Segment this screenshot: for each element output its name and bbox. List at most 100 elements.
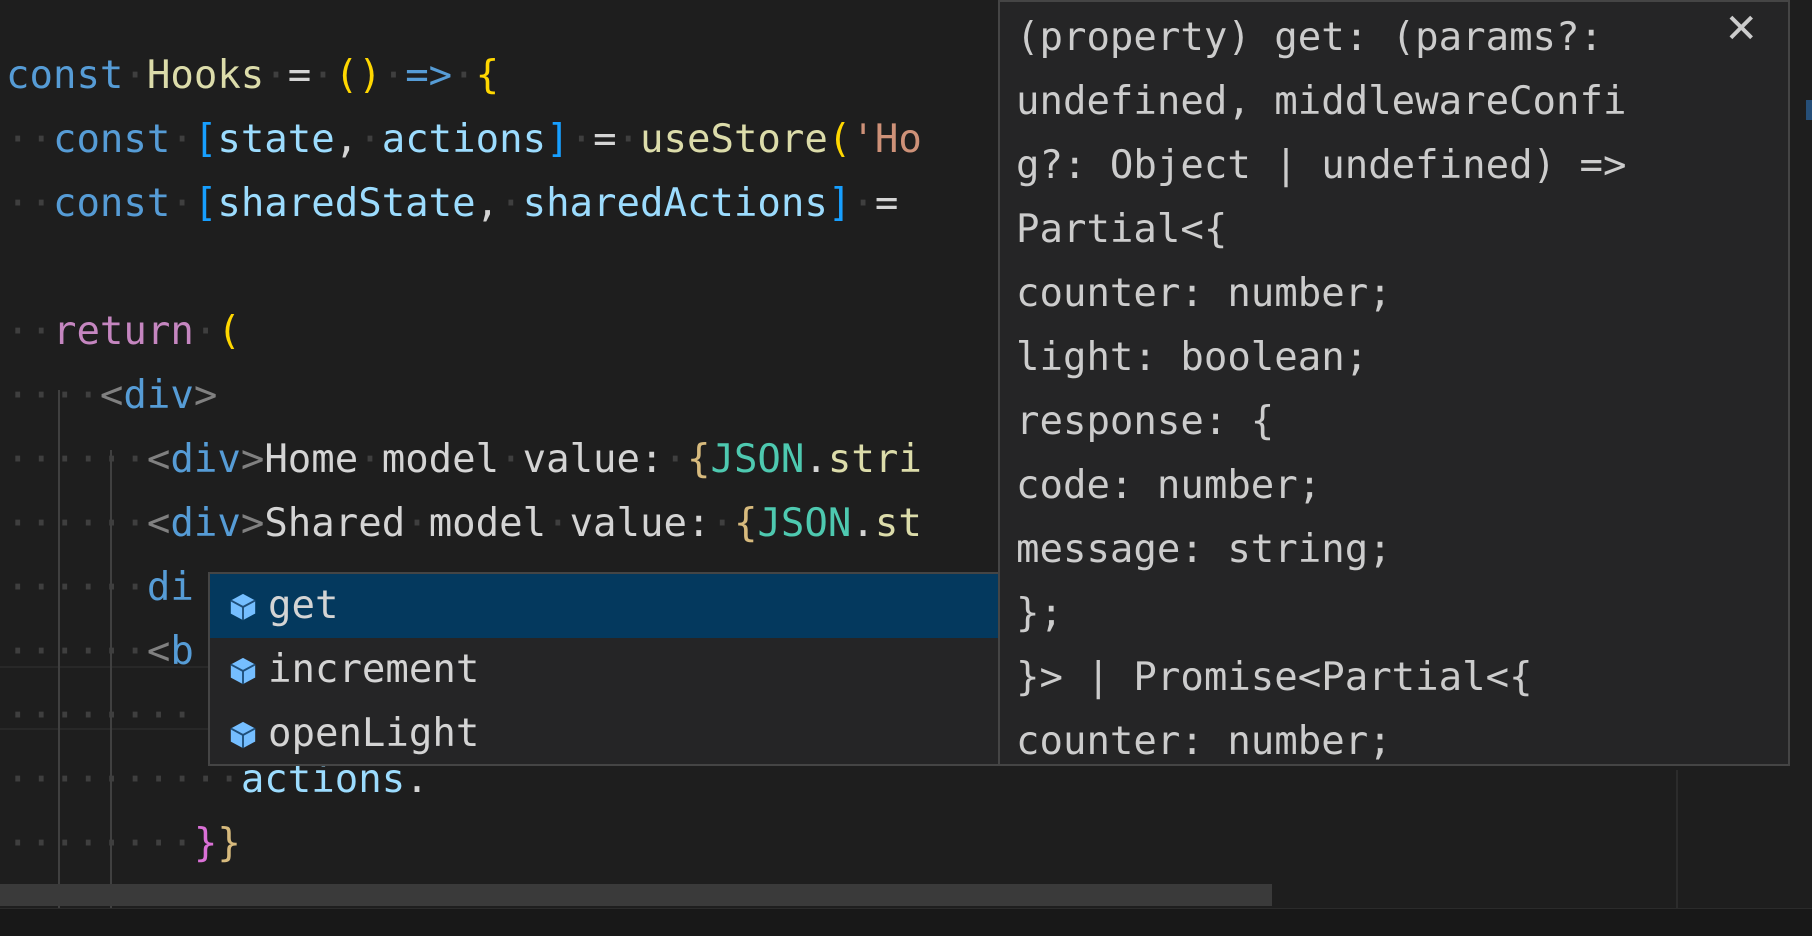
code-token: JSON (757, 501, 852, 546)
whitespace-marker: · (499, 437, 523, 482)
code-token: () (334, 53, 382, 98)
code-line[interactable]: ··const·[state,·actions]·=·useStore('Ho (6, 108, 922, 172)
detail-text-line: response: { (1016, 399, 1275, 444)
code-token: state (217, 117, 335, 162)
whitespace-marker: ·········· (6, 757, 241, 802)
code-line[interactable]: ········ (6, 684, 194, 748)
code-token: ( (827, 117, 852, 162)
code-token: const (52, 117, 171, 162)
whitespace-marker: · (546, 501, 570, 546)
code-token: model (381, 437, 500, 482)
whitespace-marker: · (616, 117, 641, 162)
whitespace-marker: ···· (6, 373, 100, 418)
detail-text-line: light: boolean; (1016, 335, 1369, 380)
whitespace-marker: · (452, 53, 476, 98)
code-token: < (146, 501, 171, 546)
whitespace-marker: · (569, 117, 594, 162)
code-token: < (146, 629, 171, 674)
code-token: } (217, 821, 241, 866)
code-token: Hooks (146, 53, 265, 98)
code-token: ] (827, 181, 852, 226)
whitespace-marker: ·· (6, 309, 53, 354)
ruler (1676, 770, 1678, 910)
code-token: } (193, 821, 218, 866)
code-token: { (475, 53, 500, 98)
whitespace-marker: · (311, 53, 335, 98)
code-token: JSON (710, 437, 805, 482)
code-token: ( (217, 309, 241, 354)
whitespace-marker: ······ (6, 565, 147, 610)
code-token: div (123, 373, 194, 418)
whitespace-marker: · (193, 309, 218, 354)
code-line[interactable]: ····<div> (6, 364, 217, 428)
code-token: = (287, 53, 312, 98)
suggest-item-label: openLight (268, 711, 480, 756)
code-token: [ (193, 181, 218, 226)
code-line[interactable]: ······di (6, 556, 194, 620)
code-token: . (804, 437, 828, 482)
code-token: ] (546, 117, 570, 162)
close-icon[interactable]: ✕ (1724, 6, 1758, 52)
code-token: > (240, 501, 265, 546)
detail-text-line: counter: number; (1016, 719, 1392, 764)
cube-method-icon (230, 593, 256, 621)
whitespace-marker: ······ (6, 501, 147, 546)
code-token: Home (264, 437, 359, 482)
whitespace-marker: · (358, 437, 382, 482)
code-line[interactable]: ······<div>Home·model·value:·{JSON.stri (6, 428, 922, 492)
code-token: , (475, 181, 500, 226)
suggest-widget[interactable]: get increment openLight (208, 572, 1000, 766)
whitespace-marker: ········ (6, 821, 194, 866)
whitespace-marker: · (264, 53, 288, 98)
whitespace-marker: · (710, 501, 734, 546)
code-token: < (146, 437, 171, 482)
code-token: stri (827, 437, 922, 482)
code-token: { (686, 437, 711, 482)
whitespace-marker: · (123, 53, 147, 98)
whitespace-marker: ······ (6, 437, 147, 482)
whitespace-marker: ······ (6, 629, 147, 674)
code-line[interactable]: ······<div>Shared·model·value:·{JSON.st (6, 492, 922, 556)
code-line[interactable]: ······<b (6, 620, 194, 684)
code-line[interactable]: ··return·( (6, 300, 241, 364)
detail-text-line: code: number; (1016, 463, 1322, 508)
whitespace-marker: · (499, 181, 523, 226)
code-token: . (851, 501, 875, 546)
suggest-details-widget: ✕ (property) get: (params?: undefined, mi… (998, 0, 1790, 766)
code-token: < (99, 373, 124, 418)
code-token: const (6, 53, 124, 98)
cube-method-icon (230, 657, 256, 685)
code-token: = (874, 181, 899, 226)
code-line[interactable]: ········}} (6, 812, 241, 876)
code-token: value: (569, 501, 711, 546)
code-token: Shared (264, 501, 406, 546)
code-token: [ (193, 117, 218, 162)
code-token: model (428, 501, 547, 546)
suggest-item-openLight[interactable]: openLight (210, 702, 998, 766)
whitespace-marker: · (405, 501, 429, 546)
code-token: = (593, 117, 617, 162)
horizontal-scrollbar[interactable] (0, 884, 1272, 906)
code-token: div (170, 501, 241, 546)
detail-text-line: message: string; (1016, 527, 1392, 572)
code-token: 'Ho (851, 117, 922, 162)
code-line[interactable]: ··const·[sharedState,·sharedActions]·= (6, 172, 898, 236)
code-token: , (334, 117, 359, 162)
code-token: st (874, 501, 922, 546)
whitespace-marker: · (170, 181, 194, 226)
suggest-item-label: get (268, 583, 339, 628)
suggest-item-get[interactable]: get (210, 574, 998, 638)
code-token: > (240, 437, 265, 482)
code-token: b (170, 629, 194, 674)
detail-text-line: (property) get: (params?: (1016, 15, 1603, 60)
code-token: { (733, 501, 758, 546)
whitespace-marker: · (170, 117, 194, 162)
code-token: actions (381, 117, 547, 162)
suggest-item-increment[interactable]: increment (210, 638, 998, 702)
overview-ruler-mark (1806, 100, 1812, 120)
detail-text-line: Partial<{ (1016, 207, 1228, 252)
code-token: div (170, 437, 241, 482)
code-line[interactable]: const·Hooks·=·()·=>·{ (6, 44, 499, 108)
code-token: value: (522, 437, 664, 482)
whitespace-marker: ·· (6, 181, 53, 226)
